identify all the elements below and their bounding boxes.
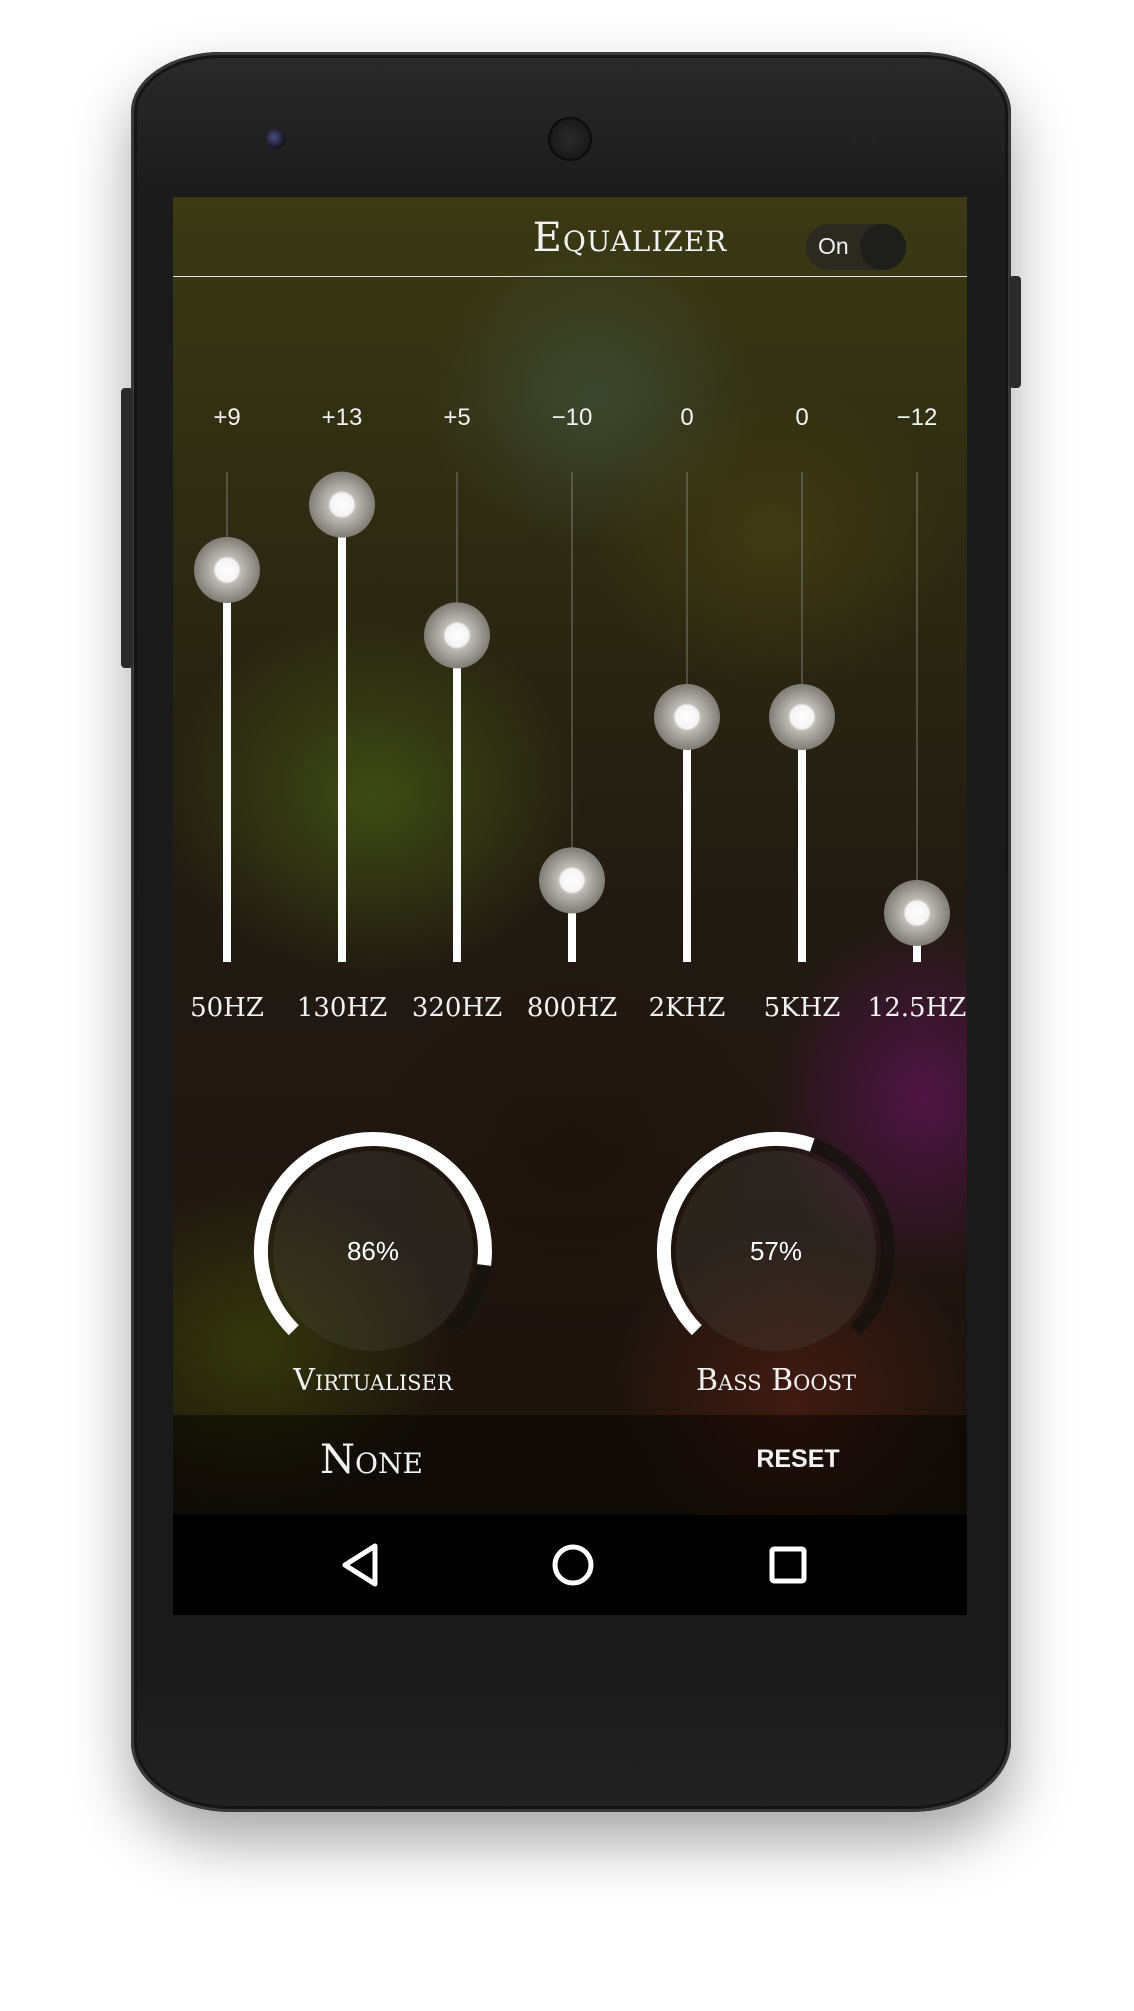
volume-button [121, 388, 133, 668]
back-icon [342, 1543, 378, 1587]
band-frequency-label: 2KHZ [649, 993, 726, 1023]
equalizer-panel: +950HZ+13130HZ+5320HZ−10800HZ02KHZ05KHZ−… [190, 404, 966, 1398]
virtualiser-dial[interactable]: 86% Virtualiser [253, 1132, 492, 1398]
band-frequency-label: 130HZ [297, 993, 387, 1023]
band-value-label: +5 [443, 404, 470, 431]
band-value-label: −10 [552, 404, 593, 431]
reset-button[interactable]: RESET [693, 1445, 903, 1474]
home-button[interactable] [543, 1540, 603, 1590]
eq-band: 0 5KHZ [764, 404, 841, 1023]
bass-boost-dial[interactable]: 57% Bass Boost [656, 1131, 895, 1398]
band-slider-knob[interactable] [194, 537, 260, 603]
effect-dials: 86% Virtualiser 57% Bass Boost [253, 1131, 895, 1398]
proximity-sensor [850, 135, 858, 143]
back-button[interactable] [333, 1540, 393, 1590]
eq-band: 0 2KHZ [649, 404, 726, 1023]
band-slider-knob[interactable] [884, 880, 950, 946]
front-camera [266, 129, 286, 149]
preset-bar: None RESET [173, 1415, 967, 1515]
recents-icon [769, 1546, 807, 1584]
bass-boost-value: 57% [750, 1236, 802, 1266]
navigation-bar [173, 1515, 967, 1615]
virtualiser-value: 86% [347, 1236, 399, 1266]
home-icon [552, 1544, 594, 1586]
power-button [1009, 276, 1021, 388]
eq-band: −12 12.5HZ [868, 404, 967, 1023]
band-frequency-label: 800HZ [527, 993, 617, 1023]
virtualiser-label: Virtualiser [292, 1363, 454, 1398]
equalizer-bands: +950HZ+13130HZ+5320HZ−10800HZ02KHZ05KHZ−… [190, 404, 966, 1023]
recents-button[interactable] [758, 1540, 818, 1590]
eq-band: +13 130HZ [297, 404, 387, 1023]
band-slider-knob[interactable] [539, 847, 605, 914]
band-frequency-label: 12.5HZ [868, 993, 967, 1023]
eq-band: −10 800HZ [527, 404, 617, 1023]
band-value-label: +9 [213, 404, 240, 431]
band-value-label: +13 [322, 404, 363, 431]
earpiece-speaker [548, 117, 592, 161]
preset-selector[interactable]: None [173, 1437, 570, 1483]
band-value-label: −12 [897, 404, 938, 431]
band-frequency-label: 50HZ [190, 993, 264, 1023]
band-slider-knob[interactable] [654, 684, 720, 750]
band-value-label: 0 [795, 404, 808, 431]
band-slider-knob[interactable] [769, 684, 835, 750]
app-screen: Equalizer On +9 50HZ +13 130HZ +5 320HZ −10 800… [173, 197, 967, 1615]
light-sensor [870, 135, 878, 143]
band-frequency-label: 5KHZ [764, 993, 841, 1023]
bass-boost-label: Bass Boost [696, 1363, 856, 1398]
band-slider-knob[interactable] [309, 471, 375, 538]
band-frequency-label: 320HZ [412, 993, 502, 1023]
band-value-label: 0 [680, 404, 693, 431]
band-slider-knob[interactable] [424, 602, 490, 669]
eq-band: +5 320HZ [412, 404, 502, 1023]
eq-band: +9 50HZ [190, 404, 264, 1023]
